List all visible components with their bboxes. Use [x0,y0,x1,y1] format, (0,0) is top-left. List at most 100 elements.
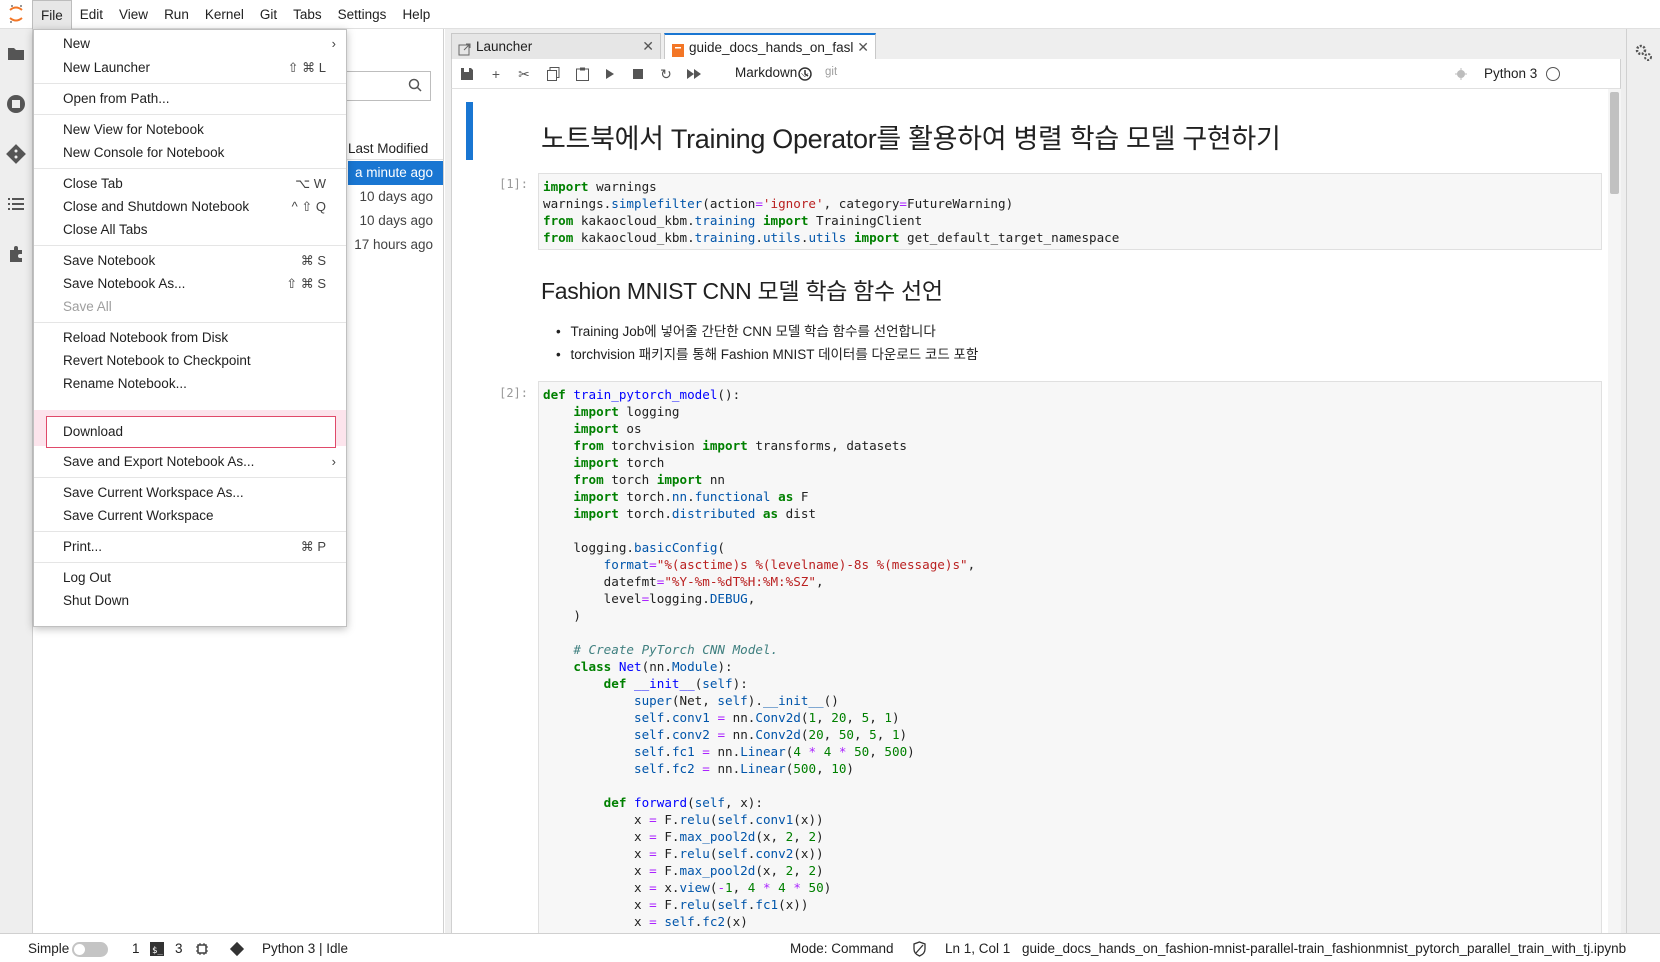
menu-file[interactable]: File [32,0,72,29]
menu-item-print[interactable]: Print... ⌘ P [34,535,346,559]
jupyter-logo-icon[interactable] [0,0,32,29]
menu-tabs[interactable]: Tabs [285,0,330,29]
menu-item-label: Save All [63,299,112,314]
bullet-text: torchvision 패키지를 통해 Fashion MNIST 데이터를 다… [570,347,979,362]
git-status-icon[interactable] [229,941,245,960]
menu-item-label: Save Current Workspace As... [63,485,244,500]
menu-item-new-launcher[interactable]: New Launcher ⇧ ⌘ L [34,56,346,80]
restart-icon[interactable]: ↻ [657,65,675,83]
file-row-modified[interactable]: a minute ago [348,161,443,185]
menu-item-save-workspace-as[interactable]: Save Current Workspace As... [34,481,346,505]
stop-icon[interactable] [629,65,647,83]
bullet-text: Training Job에 넣어줄 간단한 CNN 모델 학습 함수를 선언합니… [570,324,936,339]
code-cell-1[interactable]: import warnings warnings.simplefilter(ac… [538,173,1602,250]
menu-item-label: Reload Notebook from Disk [63,330,229,345]
status-bar: Simple 1 $_ 3 Python 3 | Idle Mode: Comm… [0,933,1660,962]
tab-launcher[interactable]: Launcher ✕ [451,33,661,59]
running-icon[interactable] [5,93,27,115]
menu-item-new[interactable]: New › [34,32,346,56]
menu-item-reload[interactable]: Reload Notebook from Disk [34,326,346,350]
kernel-count[interactable]: 3 [175,941,183,956]
menu-item-label: Save Notebook As... [63,276,186,291]
menu-item-save-all: Save All [34,295,346,319]
file-row-modified[interactable]: 17 hours ago [348,233,443,257]
terminal-icon[interactable]: $_ [150,942,164,959]
menu-view[interactable]: View [111,0,156,29]
menu-item-label: Close and Shutdown Notebook [63,199,250,214]
file-row-modified[interactable]: 10 days ago [348,185,443,209]
simple-mode-toggle[interactable] [72,942,108,957]
trusted-icon[interactable] [912,941,927,960]
menu-item-new-view[interactable]: New View for Notebook [34,118,346,142]
menu-settings[interactable]: Settings [330,0,395,29]
tab-notebook[interactable]: guide_docs_hands_on_fasl ✕ [664,33,876,59]
menu-item-download[interactable]: Download [34,420,346,444]
menu-item-label: New [63,36,91,51]
git-icon[interactable] [5,143,27,165]
shortcut: ^ ⇧ Q [291,199,326,214]
menu-item-open-from-path[interactable]: Open from Path... [34,87,346,111]
menu-item-save-export[interactable]: Save and Export Notebook As... › [34,450,346,474]
add-cell-icon[interactable]: + [487,65,505,83]
cell-prompt: [2]: [499,386,528,400]
menu-item-label: Save Current Workspace [63,508,214,523]
scrollbar-thumb[interactable] [1610,92,1619,194]
menu-item-close-all-tabs[interactable]: Close All Tabs [34,218,346,242]
right-sidebar [1626,29,1660,933]
menu-item-save-notebook[interactable]: Save Notebook ⌘ S [34,249,346,273]
menu-item-save-as[interactable]: Save Notebook As... ⇧ ⌘ S [34,272,346,296]
code-cell-2[interactable]: def train_pytorch_model(): import loggin… [538,381,1602,933]
section-heading: Fashion MNIST CNN 모델 학습 함수 선언 [541,278,943,304]
cut-icon[interactable]: ✂ [515,65,533,83]
property-inspector-icon[interactable] [1633,42,1655,64]
file-menu: New › New Launcher ⇧ ⌘ L Open from Path...… [33,29,347,627]
menu-item-revert[interactable]: Revert Notebook to Checkpoint [34,349,346,373]
shortcut: ⇧ ⌘ L [287,60,326,75]
terminal-count[interactable]: 1 [132,941,140,956]
notebook-mode: Mode: Command [790,941,894,956]
menu-item-label: Save Notebook [63,253,156,268]
menu-item-label: Shut Down [63,593,130,608]
submenu-arrow-icon: › [331,36,336,51]
menu-separator [34,562,346,563]
git-label[interactable]: git [825,66,837,78]
menu-run[interactable]: Run [156,0,197,29]
extension-icon[interactable] [5,243,27,265]
copy-icon[interactable] [544,65,562,83]
folder-icon[interactable] [5,42,27,64]
menu-help[interactable]: Help [394,0,438,29]
notebook-toolbar: + ✂ ↻ Markdown ⌵ git Python 3 [451,59,1621,89]
menu-item-close-shutdown[interactable]: Close and Shutdown Notebook ^ ⇧ Q [34,195,346,219]
menu-item-log-out[interactable]: Log Out [34,566,346,590]
save-icon[interactable] [458,65,476,83]
close-icon[interactable]: ✕ [642,34,654,59]
menu-item-save-workspace[interactable]: Save Current Workspace [34,504,346,528]
close-icon[interactable]: ✕ [857,35,869,60]
menu-edit[interactable]: Edit [72,0,111,29]
last-modified-header[interactable]: Last Modified [348,141,428,156]
cursor-position[interactable]: Ln 1, Col 1 [945,941,1010,956]
search-input[interactable] [345,71,431,101]
search-icon [408,78,422,95]
scrollbar[interactable] [1608,89,1621,933]
kernel-cpu-icon[interactable] [195,942,209,959]
menu-item-label: Close Tab [63,176,123,191]
menu-item-shut-down[interactable]: Shut Down [34,589,346,613]
kernel-status[interactable]: Python 3 | Idle [262,941,348,956]
paste-icon[interactable] [573,65,591,83]
file-row-modified[interactable]: 10 days ago [348,209,443,233]
toc-icon[interactable] [5,193,27,215]
menu-item-label: Download [63,424,124,439]
menu-item-new-console[interactable]: New Console for Notebook [34,141,346,165]
debugger-icon[interactable] [1452,65,1470,83]
menu-item-rename[interactable]: Rename Notebook... [34,372,346,396]
fast-forward-icon[interactable] [685,65,703,83]
kernel-name[interactable]: Python 3 [1484,66,1537,81]
run-icon[interactable] [601,65,619,83]
menu-separator [34,477,346,478]
menu-kernel[interactable]: Kernel [197,0,252,29]
menu-git[interactable]: Git [252,0,285,29]
menu-separator [34,83,346,84]
menu-item-close-tab[interactable]: Close Tab ⌥ W [34,172,346,196]
clock-icon[interactable] [796,65,814,83]
